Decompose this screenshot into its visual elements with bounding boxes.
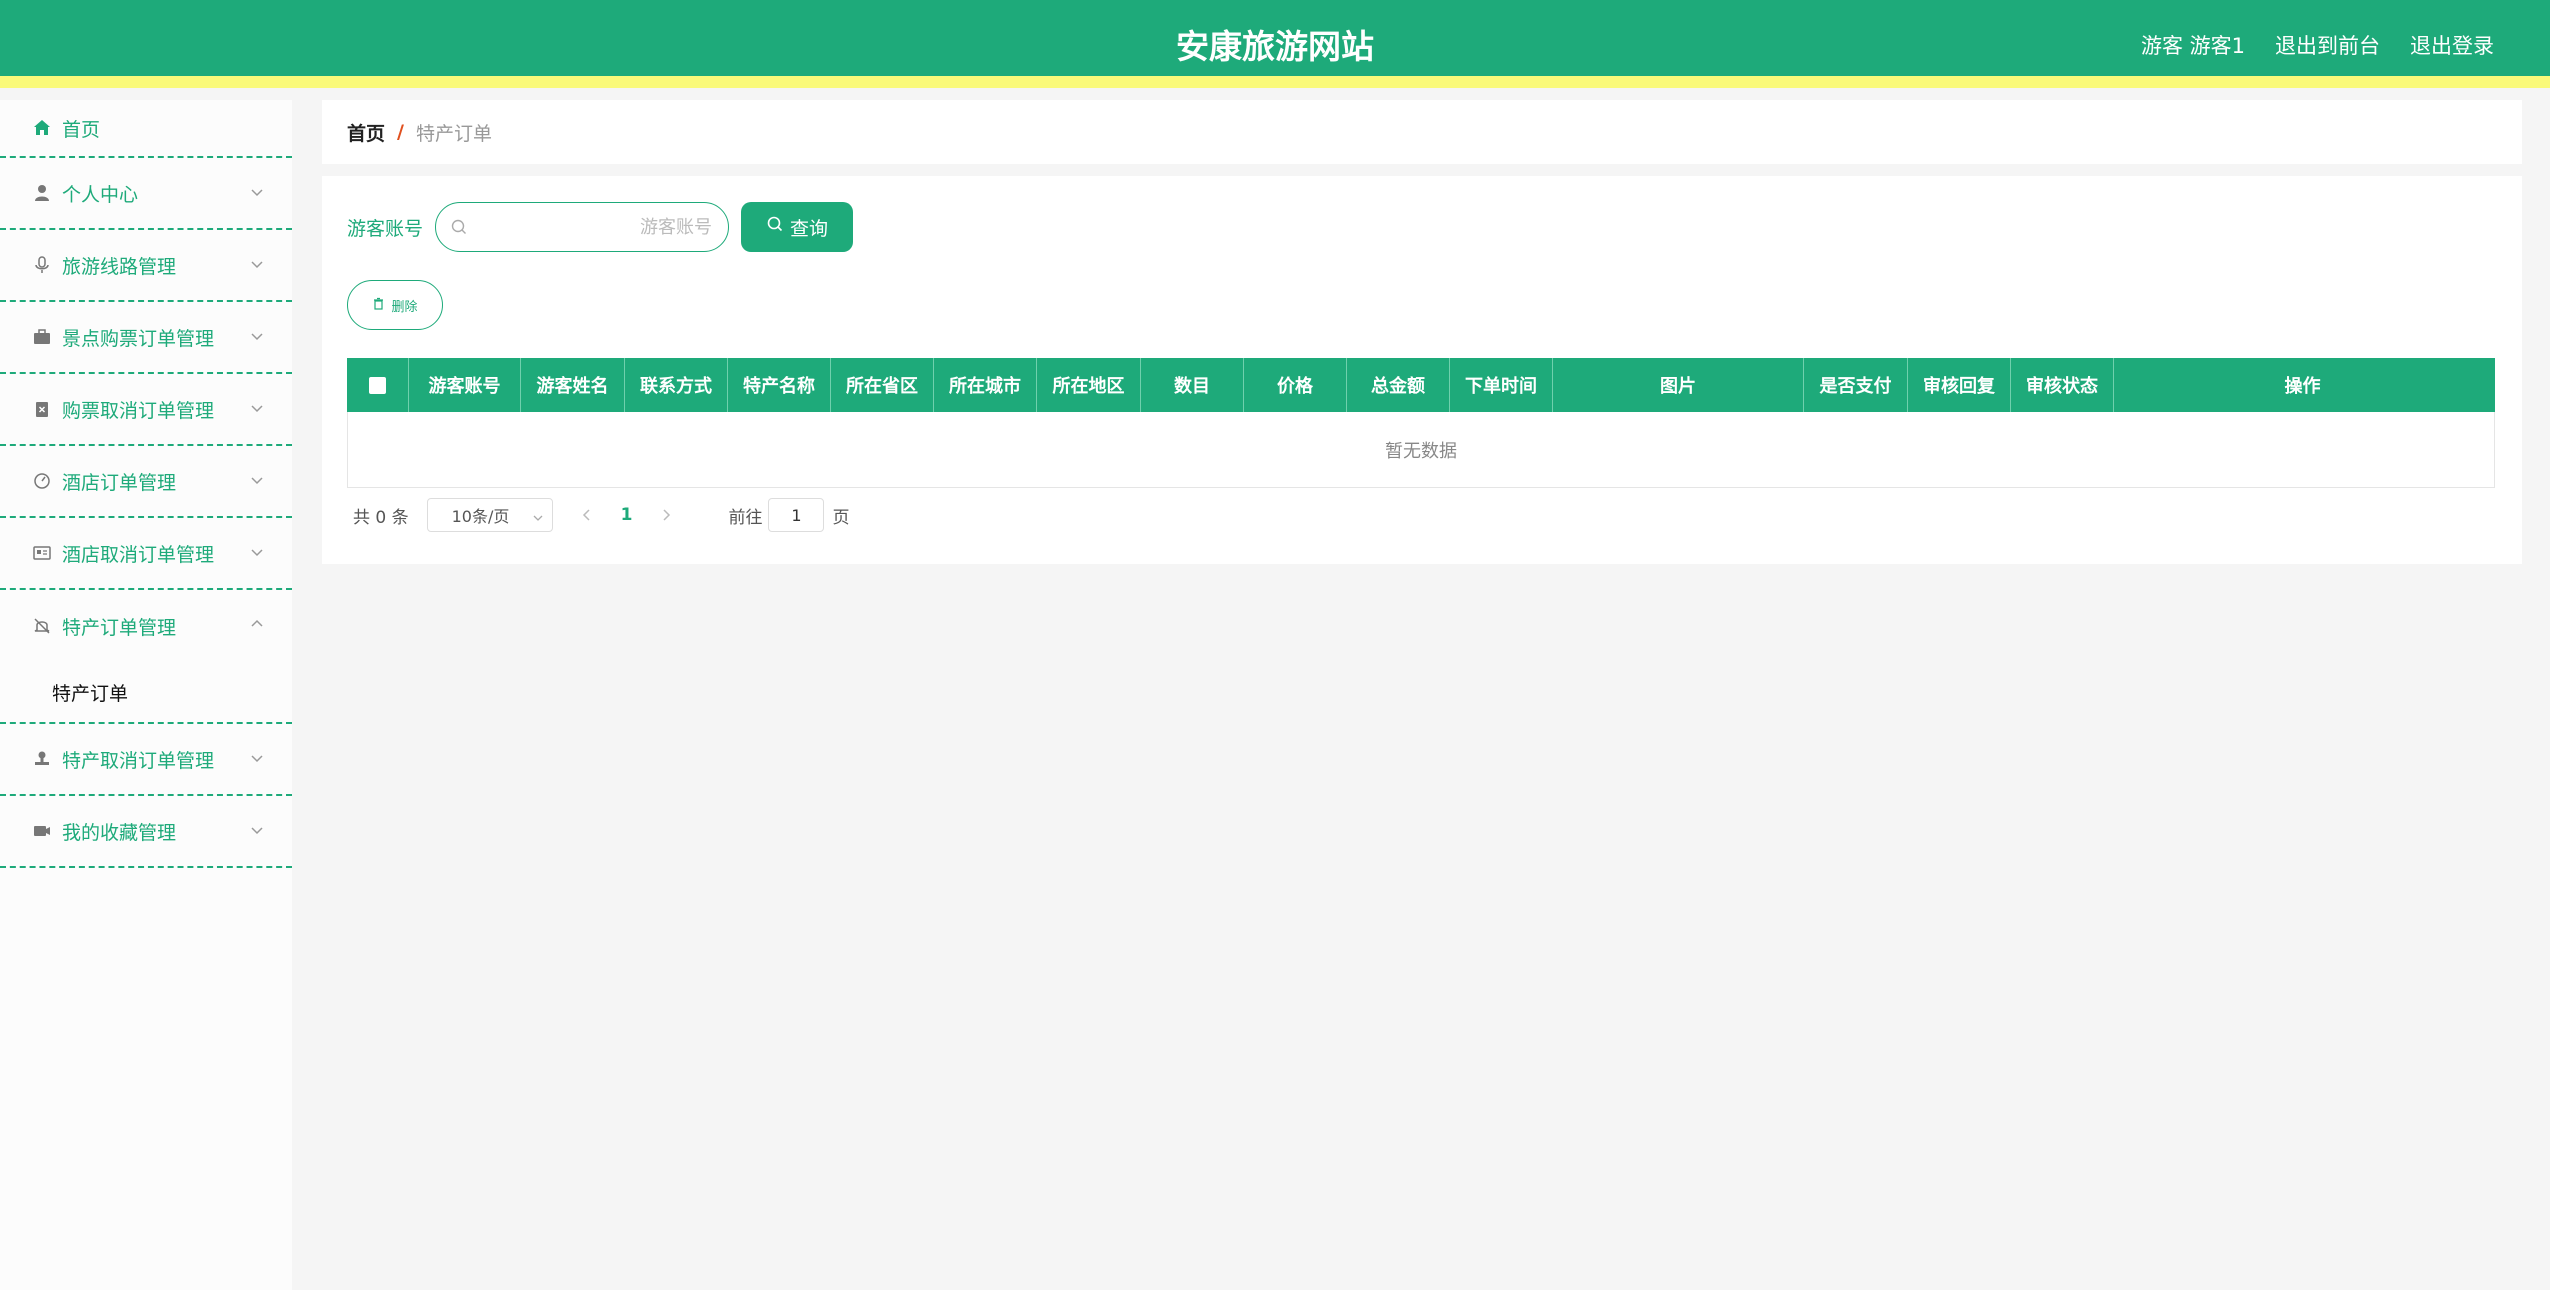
column-header[interactable]: 审核状态 — [2011, 358, 2114, 412]
column-header[interactable]: 所在城市 — [934, 358, 1037, 412]
chevron-down-icon — [250, 822, 264, 836]
chevron-down-icon — [250, 544, 264, 558]
sidebar-group-specialty-orders: 特产订单管理 特产订单 — [0, 590, 292, 724]
search-input[interactable] — [492, 216, 713, 238]
goto-page-input[interactable] — [768, 498, 825, 532]
sidebar-item-ticket-cancel[interactable]: 购票取消订单管理 — [0, 374, 292, 446]
breadcrumb: 首页 / 特产订单 — [322, 100, 2522, 164]
sidebar-item-label: 特产订单管理 — [62, 616, 177, 639]
column-header[interactable]: 所在地区 — [1037, 358, 1141, 412]
search-icon — [766, 215, 784, 239]
chevron-down-icon — [250, 184, 264, 198]
column-header[interactable]: 总金额 — [1347, 358, 1450, 412]
sidebar-item-specialty-cancel[interactable]: 特产取消订单管理 — [0, 724, 292, 796]
sidebar-item-personal-center[interactable]: 个人中心 — [0, 158, 292, 230]
sidebar-item-label: 酒店订单管理 — [62, 471, 177, 494]
next-page-button[interactable] — [656, 505, 676, 525]
delete-button[interactable]: 删除 — [347, 280, 443, 330]
briefcase-icon — [32, 327, 52, 347]
delete-button-label: 删除 — [391, 299, 418, 315]
column-header[interactable]: 游客账号 — [409, 358, 521, 412]
sidebar: 首页 个人中心 旅游线路管理 景点购票订单管理 购票取消订单管理 酒店订单管理 — [0, 100, 292, 1290]
microphone-icon — [32, 255, 52, 275]
column-header[interactable]: 下单时间 — [1450, 358, 1553, 412]
table-header: 游客账号 游客姓名 联系方式 特产名称 所在省区 所在城市 所在地区 数目 价格… — [347, 358, 2495, 412]
sidebar-item-label: 个人中心 — [62, 183, 139, 206]
sidebar-item-hotel-cancel[interactable]: 酒店取消订单管理 — [0, 518, 292, 590]
sidebar-item-label: 酒店取消订单管理 — [62, 543, 215, 566]
sidebar-item-label: 旅游线路管理 — [62, 255, 177, 278]
chevron-down-icon — [250, 256, 264, 270]
column-header[interactable]: 特产名称 — [728, 358, 831, 412]
search-label: 游客账号 — [347, 217, 424, 240]
home-icon — [32, 118, 52, 138]
sidebar-subitem-specialty-order[interactable]: 特产订单 — [0, 662, 292, 722]
prev-page-button[interactable] — [577, 505, 597, 525]
column-header[interactable]: 价格 — [1244, 358, 1347, 412]
sidebar-item-label: 购票取消订单管理 — [62, 399, 215, 422]
search-box — [435, 202, 730, 252]
search-icon — [450, 218, 468, 236]
trash-icon — [372, 297, 385, 314]
main-content: 首页 / 特产订单 游客账号 查询 删除 — [292, 100, 2550, 1290]
select-all-checkbox[interactable] — [369, 376, 386, 394]
column-header[interactable]: 图片 — [1553, 358, 1804, 412]
content-panel: 游客账号 查询 删除 游客账号 — [322, 176, 2522, 564]
chevron-up-icon — [250, 616, 264, 630]
page-size-select[interactable]: 10条/页 — [426, 498, 553, 532]
page-number[interactable]: 1 — [621, 505, 633, 525]
column-header: 操作 — [2284, 376, 2321, 397]
column-header[interactable]: 数目 — [1141, 358, 1244, 412]
sidebar-item-label: 景点购票订单管理 — [62, 327, 215, 350]
sidebar-item-label: 首页 — [62, 118, 101, 141]
clipboard-x-icon — [32, 399, 52, 419]
gauge-icon — [32, 471, 52, 491]
column-header[interactable]: 审核回复 — [1908, 358, 2011, 412]
top-header: 安康旅游网站 游客 游客1 退出到前台 退出登录 — [0, 0, 2550, 88]
back-to-front-link[interactable]: 退出到前台 — [2275, 30, 2380, 60]
column-header[interactable]: 游客姓名 — [521, 358, 625, 412]
breadcrumb-current: 特产订单 — [415, 122, 492, 145]
breadcrumb-home[interactable]: 首页 — [347, 119, 385, 146]
chevron-down-icon — [250, 328, 264, 342]
chevron-down-icon — [532, 509, 544, 521]
sidebar-item-label: 特产取消订单管理 — [62, 749, 215, 772]
pagination-total: 共 0 条 — [353, 507, 409, 528]
user-icon — [32, 183, 52, 203]
query-button[interactable]: 查询 — [741, 202, 854, 252]
user-name: 游客 游客1 — [2140, 34, 2245, 58]
sidebar-item-favorites[interactable]: 我的收藏管理 — [0, 796, 292, 868]
column-header[interactable]: 所在省区 — [831, 358, 934, 412]
stamp-icon — [32, 749, 52, 769]
goto-unit: 页 — [832, 507, 850, 528]
sidebar-item-travel-routes[interactable]: 旅游线路管理 — [0, 230, 292, 302]
select-all-cell — [347, 358, 409, 412]
page-size-value: 10条/页 — [451, 507, 510, 526]
id-card-icon — [32, 543, 52, 563]
sidebar-item-ticket-orders[interactable]: 景点购票订单管理 — [0, 302, 292, 374]
sidebar-item-label: 我的收藏管理 — [62, 821, 177, 844]
column-header[interactable]: 是否支付 — [1804, 358, 1908, 412]
camera-icon — [32, 821, 52, 841]
header-actions: 游客 游客1 退出到前台 退出登录 — [2141, 30, 2494, 60]
table-empty-text: 暂无数据 — [347, 412, 2495, 488]
breadcrumb-separator: / — [397, 121, 404, 143]
chevron-down-icon — [250, 472, 264, 486]
pagination: 共 0 条 10条/页 1 前往 页 — [353, 498, 849, 532]
chevron-down-icon — [250, 400, 264, 414]
logout-link[interactable]: 退出登录 — [2410, 30, 2494, 60]
sidebar-item-specialty-orders[interactable]: 特产订单管理 — [0, 590, 292, 662]
column-header[interactable]: 联系方式 — [625, 358, 728, 412]
sidebar-item-hotel-orders[interactable]: 酒店订单管理 — [0, 446, 292, 518]
goto-label: 前往 — [728, 507, 763, 528]
sidebar-item-home[interactable]: 首页 — [0, 100, 292, 158]
query-button-label: 查询 — [790, 218, 829, 240]
orders-table: 游客账号 游客姓名 联系方式 特产名称 所在省区 所在城市 所在地区 数目 价格… — [347, 358, 2495, 488]
chevron-down-icon — [250, 750, 264, 764]
bell-off-icon — [32, 616, 52, 636]
search-row: 游客账号 查询 — [347, 202, 854, 252]
